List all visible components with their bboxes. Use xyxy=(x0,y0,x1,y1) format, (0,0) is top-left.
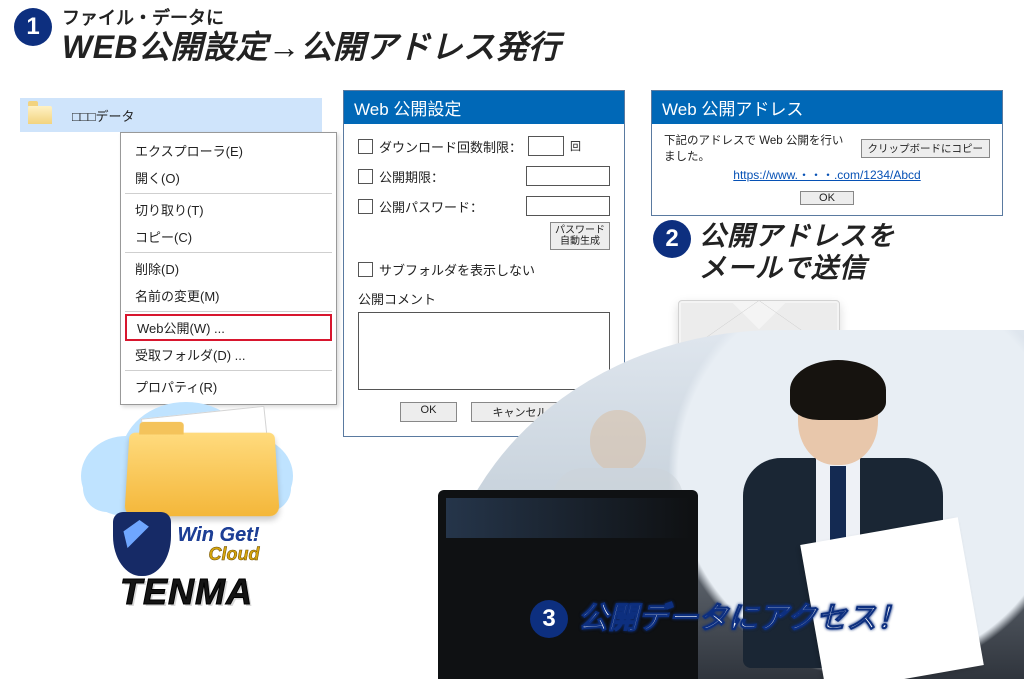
paper-icon xyxy=(800,517,984,679)
web-publish-address-dialog: Web 公開アドレス 下記のアドレスで Web 公開を行いました。 クリップボー… xyxy=(651,90,1003,216)
hide-subfolder-label: サブフォルダを表示しない xyxy=(379,260,535,279)
step3-badge: 3 xyxy=(530,600,568,638)
settings-ok-button[interactable]: OK xyxy=(400,402,458,422)
hide-subfolder-checkbox[interactable] xyxy=(358,262,373,277)
period-checkbox[interactable] xyxy=(358,169,373,184)
comment-textarea[interactable] xyxy=(358,312,610,390)
step3-text: 公開データにアクセス！ xyxy=(578,604,907,634)
address-message: 下記のアドレスで Web 公開を行いました。 xyxy=(664,132,853,164)
dl-limit-label: ダウンロード回数制限： xyxy=(379,137,522,156)
folder-icon xyxy=(28,106,52,124)
menu-properties[interactable]: プロパティ(R) xyxy=(121,373,336,400)
step2-heading: 2 公開アドレスを メールで送信 xyxy=(653,220,895,285)
publish-url-link[interactable]: https://www.・・・.com/1234/Abcd xyxy=(664,166,990,183)
dialog-title: Web 公開アドレス xyxy=(652,91,1002,124)
password-checkbox[interactable] xyxy=(358,199,373,214)
comment-label: 公開コメント xyxy=(358,289,610,308)
folder-label: □□□データ xyxy=(72,106,135,125)
logo-cloud: Cloud xyxy=(209,545,260,563)
step1-heading: 1 ファイル・データに WEB公開設定→公開アドレス発行 xyxy=(14,8,561,65)
dialog-title: Web 公開設定 xyxy=(344,91,624,124)
menu-separator xyxy=(125,193,332,194)
cloud-icon xyxy=(77,398,297,518)
step2-badge: 2 xyxy=(653,220,691,258)
menu-copy[interactable]: コピー(C) xyxy=(121,223,336,250)
step2-line1: 公開アドレスを xyxy=(699,220,895,252)
monitor-icon xyxy=(438,490,698,679)
menu-open[interactable]: 開く(O) xyxy=(121,164,336,191)
menu-separator xyxy=(125,370,332,371)
menu-receive-folder[interactable]: 受取フォルダ(D) ... xyxy=(121,341,336,368)
address-ok-button[interactable]: OK xyxy=(800,191,854,205)
menu-separator xyxy=(125,252,332,253)
menu-delete[interactable]: 削除(D) xyxy=(121,255,336,282)
logo-winget: Win Get! xyxy=(177,525,259,545)
period-input[interactable] xyxy=(526,166,610,186)
dl-limit-unit: 回 xyxy=(570,138,581,154)
dl-limit-checkbox[interactable] xyxy=(358,139,373,154)
logo-tenma: TENMA xyxy=(44,574,329,610)
explorer-window: □□□データ エクスプローラ(E) 開く(O) 切り取り(T) コピー(C) 削… xyxy=(20,98,322,132)
context-menu: エクスプローラ(E) 開く(O) 切り取り(T) コピー(C) 削除(D) 名前… xyxy=(120,132,337,405)
step1-title: WEB公開設定→公開アドレス発行 xyxy=(62,30,561,65)
menu-rename[interactable]: 名前の変更(M) xyxy=(121,282,336,309)
password-input[interactable] xyxy=(526,196,610,216)
dl-limit-input[interactable] xyxy=(528,136,564,156)
step1-badge: 1 xyxy=(14,8,52,46)
product-logo: Win Get! Cloud TENMA xyxy=(44,398,329,610)
copy-clipboard-button[interactable]: クリップボードにコピー xyxy=(861,139,991,158)
period-label: 公開期限： xyxy=(379,167,444,186)
step1-pretext: ファイル・データに xyxy=(62,8,561,30)
step2-line2: メールで送信 xyxy=(699,252,895,284)
menu-cut[interactable]: 切り取り(T) xyxy=(121,196,336,223)
menu-explorer[interactable]: エクスプローラ(E) xyxy=(121,137,336,164)
horse-shield-icon xyxy=(113,512,171,576)
open-folder-icon xyxy=(124,433,279,517)
step3-heading: 3 公開データにアクセス！ xyxy=(530,600,907,638)
folder-row[interactable]: □□□データ xyxy=(20,98,322,132)
generate-password-button[interactable]: パスワード 自動生成 xyxy=(550,222,610,250)
password-label: 公開パスワード： xyxy=(379,197,483,216)
menu-separator xyxy=(125,311,332,312)
menu-web-publish[interactable]: Web公開(W) ... xyxy=(125,314,332,341)
